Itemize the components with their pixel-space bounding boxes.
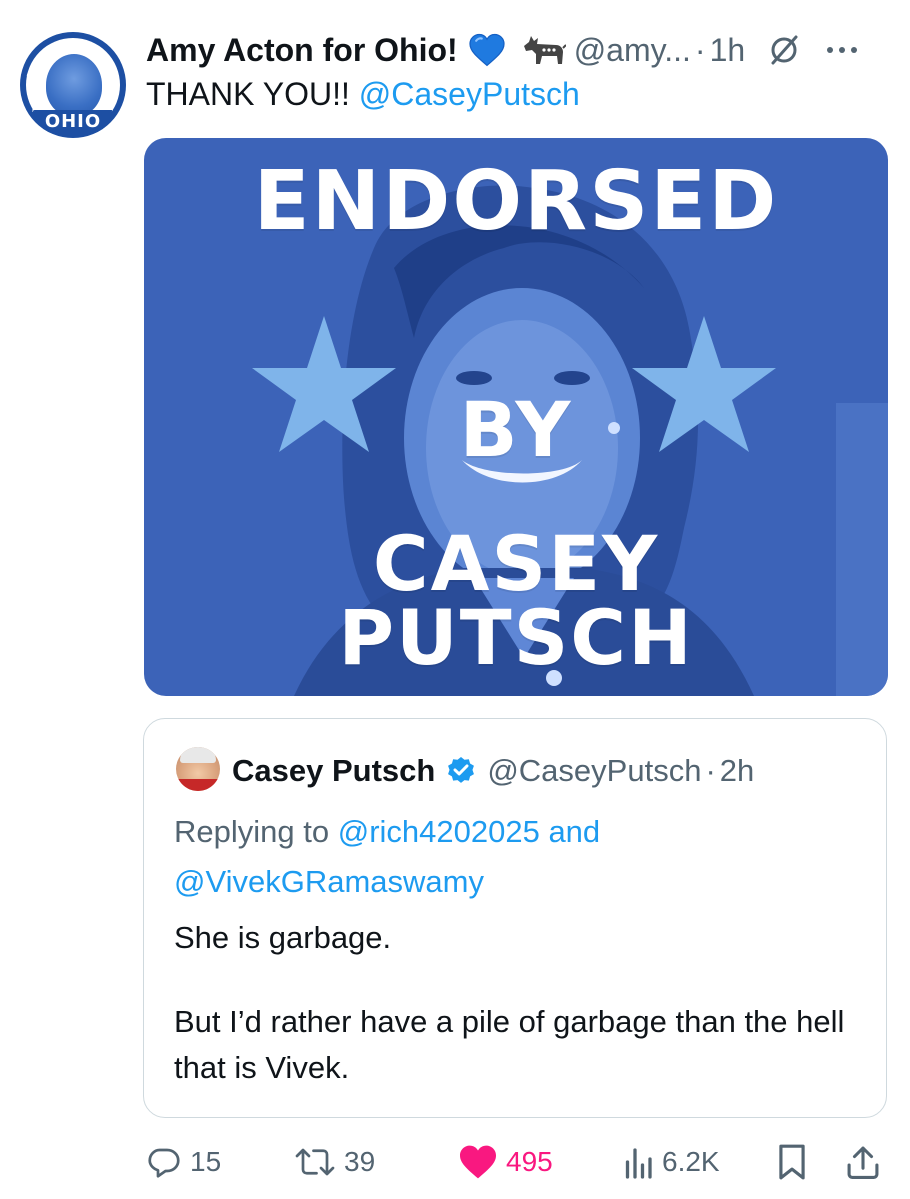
image-headline-endorsed: ENDORSED xyxy=(253,154,779,249)
bookmark-button[interactable] xyxy=(776,1142,808,1182)
bookmark-icon xyxy=(779,1144,805,1180)
replying-mention-2[interactable]: @VivekGRamaswamy xyxy=(174,864,484,899)
like-count: 495 xyxy=(506,1146,553,1177)
author-handle[interactable]: @amy... xyxy=(574,32,691,69)
image-headline-by: BY xyxy=(459,385,573,474)
replying-mention-1[interactable]: @rich4202025 xyxy=(338,814,540,849)
reply-icon xyxy=(148,1148,180,1178)
more-icon[interactable] xyxy=(825,45,859,55)
image-headline-putsch: PUTSCH xyxy=(338,593,694,682)
action-bar: 15 39 495 6.2K xyxy=(146,1142,886,1182)
tweet-text-plain: THANK YOU!! xyxy=(146,76,359,112)
views-icon xyxy=(625,1148,652,1179)
retweet-icon xyxy=(295,1148,335,1176)
quoted-text: She is garbage. But I’d rather have a pi… xyxy=(174,915,874,1091)
blue-heart-icon xyxy=(469,33,505,67)
author-avatar[interactable]: AMY ACTON FOR OHIO xyxy=(20,32,126,138)
quoted-text-line-2: But I’d rather have a pile of garbage th… xyxy=(174,1004,845,1085)
quoted-author-name[interactable]: Casey Putsch xyxy=(232,753,435,789)
header-separator: · xyxy=(694,31,706,68)
grok-no-icon[interactable] xyxy=(767,33,801,67)
replying-and: and xyxy=(539,814,601,849)
avatar-shirt xyxy=(176,779,220,791)
like-icon xyxy=(460,1145,496,1179)
svg-text:AMY ACTON: AMY ACTON xyxy=(24,40,111,83)
reply-button[interactable]: 15 xyxy=(146,1142,221,1182)
like-button[interactable]: 495 xyxy=(458,1142,553,1182)
quoted-author-avatar[interactable] xyxy=(176,747,220,791)
repost-count: 39 xyxy=(344,1146,376,1177)
replying-prefix: Replying to xyxy=(174,814,338,849)
tweet-header: Amy Acton for Ohio! @amy... · 1h xyxy=(146,28,859,72)
image-headline-casey: CASEY xyxy=(372,519,660,608)
repost-button[interactable]: 39 xyxy=(294,1142,375,1182)
tweet-time[interactable]: 1h xyxy=(710,32,746,69)
views-button[interactable]: 6.2K xyxy=(622,1142,720,1182)
avatar-ohio-label: OHIO xyxy=(34,110,112,134)
quoted-header: Casey Putsch @CaseyPutsch · 2h xyxy=(232,751,754,791)
tweet-text: THANK YOU!! @CaseyPutsch xyxy=(146,76,580,113)
share-icon xyxy=(847,1146,879,1179)
quoted-author-handle[interactable]: @CaseyPutsch xyxy=(487,753,701,789)
share-button[interactable] xyxy=(846,1142,880,1182)
avatar-cap xyxy=(180,747,216,763)
quoted-time[interactable]: 2h xyxy=(720,753,754,789)
donkey-icon xyxy=(523,36,566,64)
verified-icon xyxy=(448,757,475,783)
quoted-text-line-1: She is garbage. xyxy=(174,920,392,955)
author-name[interactable]: Amy Acton for Ohio! xyxy=(146,32,458,69)
views-count: 6.2K xyxy=(662,1146,720,1177)
replying-to-line: Replying to @rich4202025 and @VivekGRamas… xyxy=(174,807,854,907)
tweet-mention-link[interactable]: @CaseyPutsch xyxy=(359,76,580,112)
tweet-image[interactable]: ENDORSED BY CASEY PUTSCH xyxy=(144,138,888,696)
reply-count: 15 xyxy=(190,1146,222,1177)
quoted-separator: · xyxy=(705,753,716,788)
quoted-tweet[interactable]: Casey Putsch @CaseyPutsch · 2h Replying … xyxy=(143,718,887,1118)
